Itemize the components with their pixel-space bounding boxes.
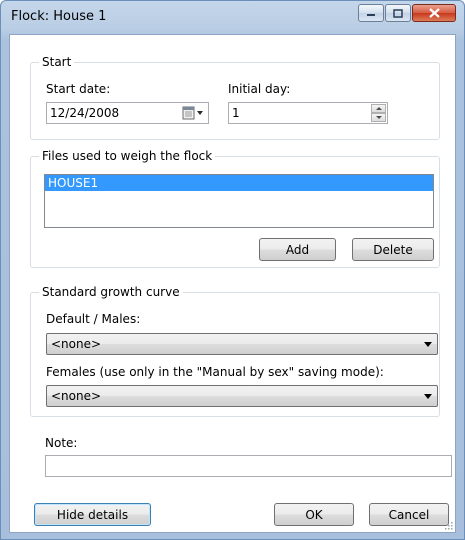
initial-day-value: 1 xyxy=(232,106,240,120)
default-males-value: <none> xyxy=(51,337,102,351)
calendar-dropdown-icon[interactable] xyxy=(182,106,204,126)
window-controls xyxy=(357,4,456,22)
default-males-select[interactable]: <none> xyxy=(46,333,438,355)
start-date-label: Start date: xyxy=(46,82,111,96)
dialog-client: Start Start date: 12/24/2008 Initial day… xyxy=(9,34,456,533)
start-date-picker[interactable]: 12/24/2008 xyxy=(46,102,209,124)
files-group: Files used to weigh the flock HOUSE1 Add… xyxy=(30,149,440,268)
resize-grip-icon[interactable] xyxy=(443,520,453,530)
start-group-label: Start xyxy=(39,55,75,69)
default-males-label: Default / Males: xyxy=(46,312,141,326)
spin-up-button[interactable] xyxy=(371,104,386,113)
add-button[interactable]: Add xyxy=(259,238,336,261)
spinner-buttons xyxy=(371,104,386,122)
chevron-down-icon xyxy=(424,394,432,399)
initial-day-label: Initial day: xyxy=(228,82,291,96)
dialog-window: Flock: House 1 Start Start date: 12/24/2… xyxy=(0,0,465,540)
maximize-button[interactable] xyxy=(385,4,411,22)
arrow-down-icon xyxy=(376,116,382,119)
note-input[interactable] xyxy=(45,455,452,477)
growth-curve-group: Standard growth curve Default / Males: <… xyxy=(30,285,440,417)
chevron-down-icon xyxy=(424,342,432,347)
note-label: Note: xyxy=(45,436,78,450)
cancel-button[interactable]: Cancel xyxy=(369,503,449,526)
window-title: Flock: House 1 xyxy=(11,9,107,24)
hide-details-button[interactable]: Hide details xyxy=(34,503,151,526)
arrow-up-icon xyxy=(376,107,382,110)
females-select[interactable]: <none> xyxy=(46,385,438,407)
start-group: Start Start date: 12/24/2008 Initial day… xyxy=(30,55,440,140)
spin-down-button[interactable] xyxy=(371,113,386,122)
females-value: <none> xyxy=(51,389,102,403)
minimize-icon xyxy=(367,14,375,16)
delete-button[interactable]: Delete xyxy=(352,238,434,261)
title-bar[interactable]: Flock: House 1 xyxy=(1,1,464,35)
list-item[interactable]: HOUSE1 xyxy=(45,175,433,191)
maximize-icon xyxy=(393,8,403,18)
files-group-label: Files used to weigh the flock xyxy=(39,149,216,163)
start-date-value: 12/24/2008 xyxy=(50,106,120,120)
females-label: Females (use only in the "Manual by sex"… xyxy=(46,365,384,379)
growth-curve-group-label: Standard growth curve xyxy=(39,285,183,299)
close-button[interactable] xyxy=(412,4,456,22)
close-icon xyxy=(428,8,440,18)
initial-day-spinner[interactable]: 1 xyxy=(228,102,388,124)
files-listbox[interactable]: HOUSE1 xyxy=(44,174,434,228)
ok-button[interactable]: OK xyxy=(274,503,354,526)
minimize-button[interactable] xyxy=(358,4,384,22)
